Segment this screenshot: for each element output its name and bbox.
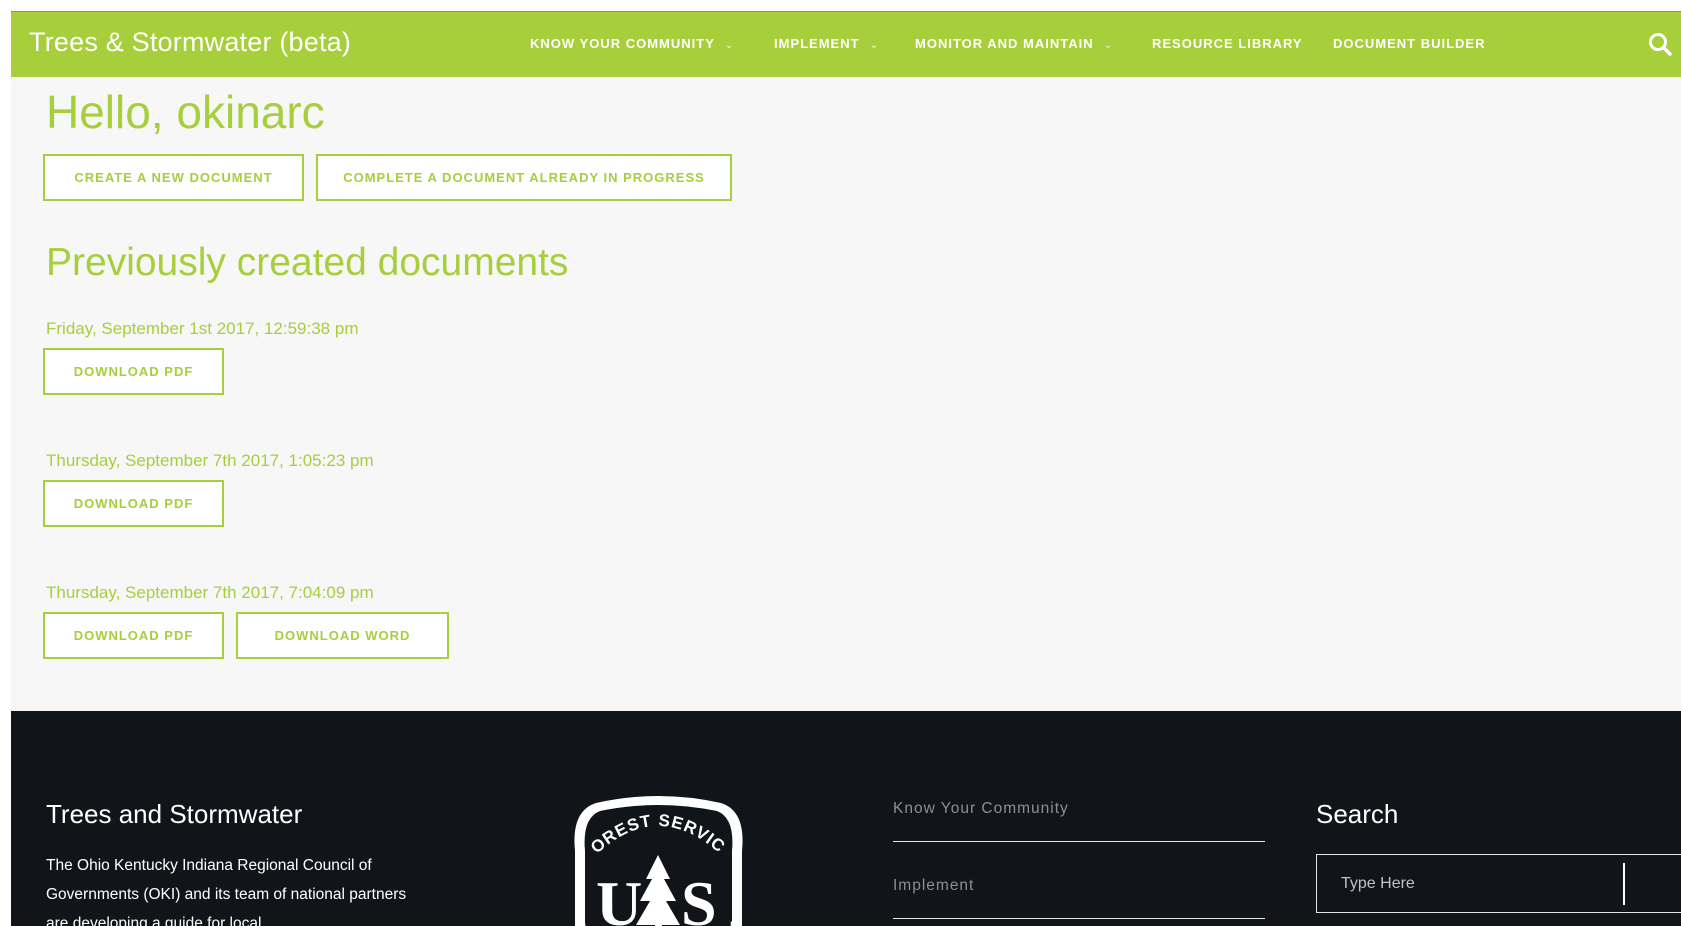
- forest-service-logo: FOREST SERVICE U S D E: [560, 776, 751, 926]
- footer-title: Trees and Stormwater: [46, 799, 303, 829]
- nav-document-builder[interactable]: DOCUMENT BUILDER: [1333, 36, 1486, 51]
- site-footer: Trees and Stormwater The Ohio Kentucky I…: [11, 711, 1681, 926]
- footer-description: The Ohio Kentucky Indiana Regional Counc…: [46, 857, 407, 926]
- window-frame-top: [0, 0, 1681, 11]
- footer-link-know-your-community[interactable]: Know Your Community: [893, 800, 1265, 842]
- document-date: Friday, September 1st 2017, 12:59:38 pm: [46, 319, 359, 338]
- download-pdf-button[interactable]: DOWNLOAD PDF: [43, 348, 224, 395]
- logo-side-letter-right: E: [730, 920, 737, 926]
- search-input-divider: [1623, 863, 1625, 905]
- download-pdf-button[interactable]: DOWNLOAD PDF: [43, 612, 224, 659]
- logo-side-letter-left: D: [578, 920, 586, 926]
- download-pdf-button[interactable]: DOWNLOAD PDF: [43, 480, 224, 527]
- create-document-button[interactable]: CREATE A NEW DOCUMENT: [43, 154, 304, 201]
- document-date: Thursday, September 7th 2017, 7:04:09 pm: [46, 583, 374, 602]
- download-word-button[interactable]: DOWNLOAD WORD: [236, 612, 449, 659]
- nav-label: KNOW YOUR COMMUNITY: [530, 36, 715, 51]
- footer-search-title: Search: [1316, 799, 1399, 829]
- footer-link-implement[interactable]: Implement: [893, 877, 1265, 919]
- document-date: Thursday, September 7th 2017, 1:05:23 pm: [46, 451, 374, 470]
- nav-monitor-and-maintain[interactable]: MONITOR AND MAINTAIN ⌄: [915, 36, 1113, 51]
- site-brand[interactable]: Trees & Stormwater (beta): [29, 27, 351, 58]
- search-icon[interactable]: [1647, 31, 1673, 57]
- site-header: Trees & Stormwater (beta) KNOW YOUR COMM…: [11, 11, 1681, 77]
- window-frame-left: [0, 0, 11, 926]
- logo-letter-left: U: [596, 868, 642, 926]
- nav-label: IMPLEMENT: [774, 36, 860, 51]
- nav-label: RESOURCE LIBRARY: [1152, 36, 1303, 51]
- forest-service-shield-icon: FOREST SERVICE U S D E: [560, 776, 743, 926]
- greeting-heading: Hello, okinarc: [46, 86, 325, 138]
- chevron-down-icon: ⌄: [869, 40, 879, 51]
- nav-label: DOCUMENT BUILDER: [1333, 36, 1486, 51]
- footer-search-input[interactable]: [1316, 854, 1681, 913]
- nav-resource-library[interactable]: RESOURCE LIBRARY: [1152, 36, 1303, 51]
- page: Trees & Stormwater (beta) KNOW YOUR COMM…: [11, 11, 1681, 926]
- chevron-down-icon: ⌄: [724, 40, 735, 51]
- nav-label: MONITOR AND MAINTAIN: [915, 36, 1094, 51]
- previous-documents-heading: Previously created documents: [46, 241, 569, 284]
- logo-letter-right: S: [681, 868, 717, 926]
- chevron-down-icon: ⌄: [1103, 40, 1114, 51]
- complete-document-button[interactable]: COMPLETE A DOCUMENT ALREADY IN PROGRESS: [316, 154, 732, 201]
- nav-implement[interactable]: IMPLEMENT ⌄: [774, 36, 879, 51]
- nav-know-your-community[interactable]: KNOW YOUR COMMUNITY ⌄: [530, 36, 734, 51]
